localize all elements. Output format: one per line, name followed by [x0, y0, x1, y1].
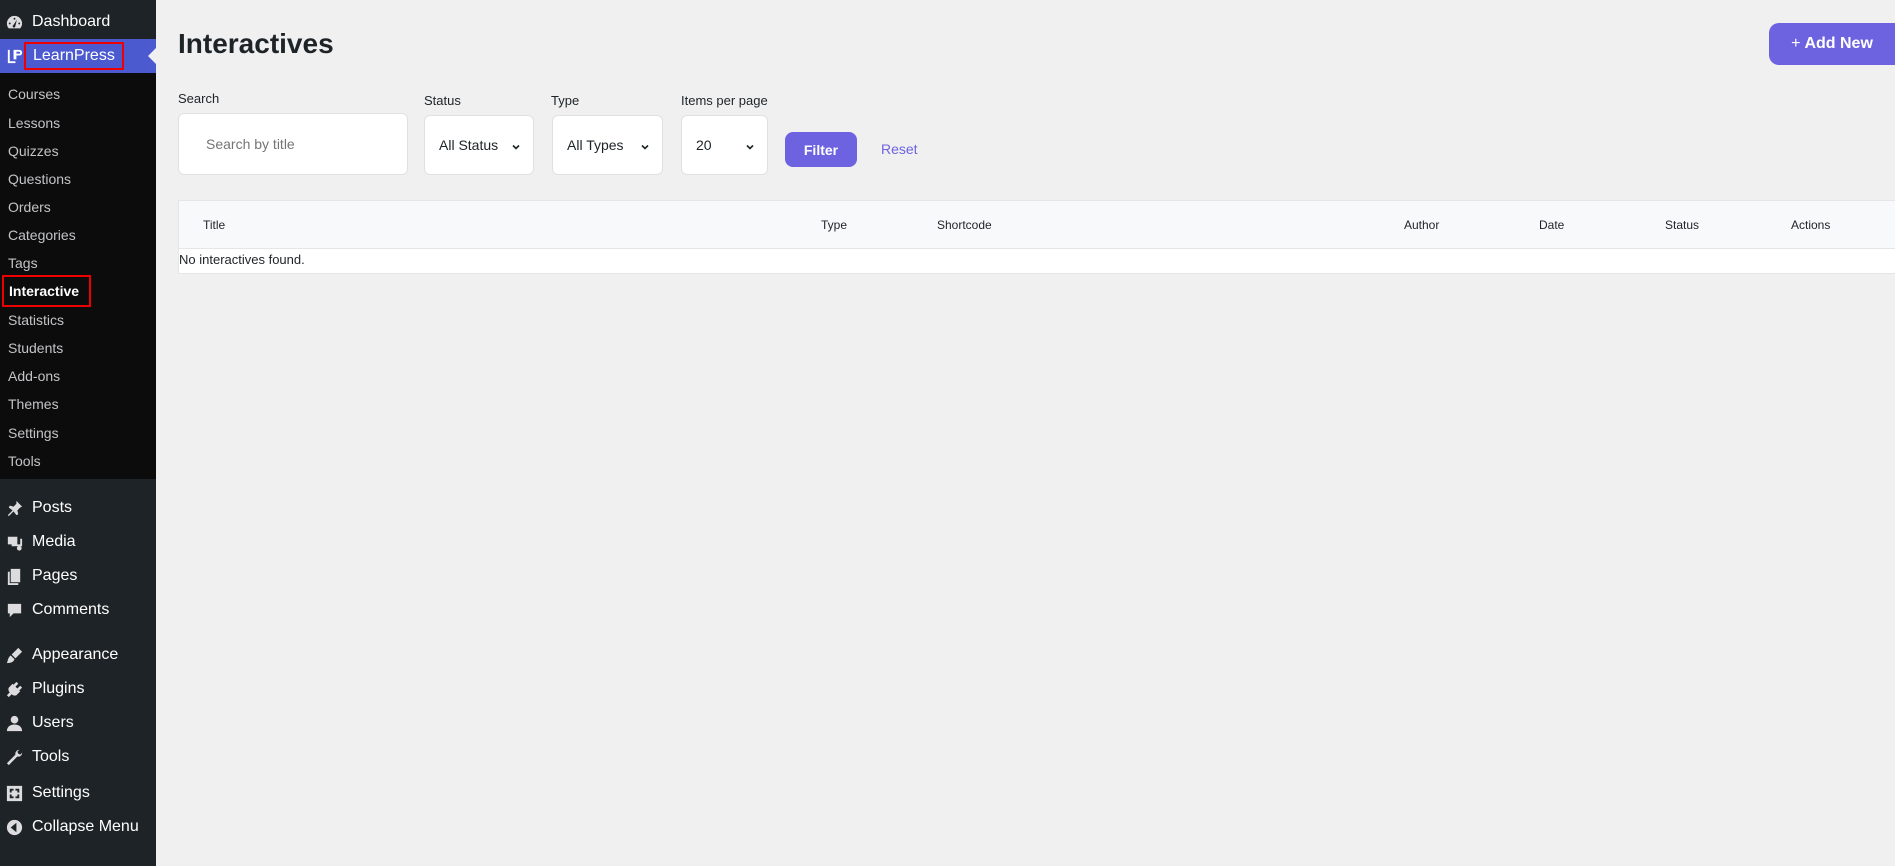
- empty-table-message: No interactives found.: [179, 252, 305, 267]
- submenu-item-orders[interactable]: Orders: [8, 196, 51, 218]
- menu-item-pages[interactable]: Pages: [0, 559, 156, 593]
- menu-item-label: Comments: [32, 601, 110, 618]
- filter-button[interactable]: Filter: [785, 132, 857, 167]
- menu-item-media[interactable]: Media: [0, 525, 156, 559]
- search-placeholder: Search by title: [206, 136, 295, 152]
- status-select[interactable]: All Status: [424, 115, 534, 175]
- comment-icon: [5, 601, 24, 620]
- menu-item-label: Pages: [32, 567, 78, 584]
- collapse-icon: [5, 818, 24, 837]
- collapse-menu-button[interactable]: Collapse Menu: [0, 810, 156, 844]
- plugin-icon: [5, 680, 24, 699]
- menu-item-appearance[interactable]: Appearance: [0, 638, 156, 672]
- status-label: Status: [424, 93, 461, 108]
- menu-item-settings[interactable]: Settings: [0, 776, 156, 810]
- column-header-status[interactable]: Status: [1665, 218, 1699, 232]
- type-select[interactable]: All Types: [552, 115, 663, 175]
- type-value: All Types: [567, 137, 624, 153]
- submenu-item-quizzes[interactable]: Quizzes: [8, 140, 59, 162]
- main-content: Interactives + Add New Search Search by …: [156, 0, 1895, 866]
- per-page-label: Items per page: [681, 93, 768, 108]
- menu-item-label: Media: [32, 533, 76, 550]
- column-header-type[interactable]: Type: [821, 218, 847, 232]
- chevron-down-icon: [511, 139, 521, 150]
- per-page-value: 20: [696, 137, 712, 153]
- table-header: Title Type Shortcode Author Date Status …: [179, 201, 1895, 249]
- submenu-item-tools[interactable]: Tools: [8, 450, 41, 472]
- media-icon: [5, 533, 24, 552]
- learnpress-icon: [5, 47, 24, 66]
- column-header-actions: Actions: [1791, 218, 1831, 232]
- menu-item-learnpress[interactable]: LearnPress: [0, 39, 156, 73]
- submenu-item-statistics[interactable]: Statistics: [8, 309, 64, 331]
- user-icon: [5, 714, 24, 733]
- settings-icon: [5, 784, 24, 803]
- menu-item-label: LearnPress: [24, 42, 124, 70]
- submenu-item-interactive[interactable]: Interactive: [2, 275, 92, 307]
- add-new-label: Add New: [1804, 35, 1873, 52]
- submenu-item-tags[interactable]: Tags: [8, 252, 38, 274]
- menu-item-label: Collapse Menu: [32, 818, 139, 835]
- page-title: Interactives: [178, 28, 334, 59]
- brush-icon: [5, 646, 24, 665]
- menu-item-plugins[interactable]: Plugins: [0, 672, 156, 706]
- column-header-shortcode[interactable]: Shortcode: [937, 218, 992, 232]
- wrench-icon: [5, 748, 24, 767]
- menu-item-label: Posts: [32, 499, 73, 516]
- submenu-item-add-ons[interactable]: Add-ons: [8, 365, 60, 387]
- search-label: Search: [178, 91, 220, 106]
- type-label: Type: [551, 93, 580, 108]
- submenu-item-themes[interactable]: Themes: [8, 393, 59, 415]
- menu-item-users[interactable]: Users: [0, 706, 156, 740]
- menu-item-label: Users: [32, 714, 74, 731]
- add-icon: +: [1791, 35, 1800, 52]
- pin-icon: [5, 499, 24, 518]
- column-header-title[interactable]: Title: [203, 218, 225, 232]
- learnpress-submenu: Courses Lessons Quizzes Questions Orders…: [0, 73, 156, 479]
- chevron-down-icon: [640, 139, 650, 150]
- submenu-item-questions[interactable]: Questions: [8, 168, 71, 190]
- search-input[interactable]: Search by title: [178, 113, 408, 175]
- active-indicator: [148, 48, 156, 64]
- submenu-item-categories[interactable]: Categories: [8, 224, 76, 246]
- menu-item-tools[interactable]: Tools: [0, 740, 156, 774]
- add-new-button[interactable]: + Add New: [1769, 23, 1895, 65]
- menu-item-label: Appearance: [32, 646, 119, 663]
- submenu-item-lessons[interactable]: Lessons: [8, 112, 60, 134]
- interactives-table: Title Type Shortcode Author Date Status …: [178, 200, 1895, 274]
- status-value: All Status: [439, 137, 499, 153]
- menu-item-label: Settings: [32, 784, 90, 801]
- dashboard-icon: [5, 13, 24, 32]
- submenu-item-settings[interactable]: Settings: [8, 422, 59, 444]
- submenu-item-students[interactable]: Students: [8, 337, 63, 359]
- admin-sidebar: Dashboard LearnPress Courses Lessons Qui…: [0, 0, 156, 866]
- menu-item-label: Dashboard: [32, 13, 111, 30]
- menu-item-posts[interactable]: Posts: [0, 491, 156, 525]
- menu-item-label: Plugins: [32, 680, 85, 697]
- submenu-item-courses[interactable]: Courses: [8, 83, 60, 105]
- column-header-author[interactable]: Author: [1404, 218, 1439, 232]
- column-header-date[interactable]: Date: [1539, 218, 1564, 232]
- reset-link[interactable]: Reset: [881, 141, 918, 157]
- menu-item-label: Tools: [32, 748, 70, 765]
- chevron-down-icon: [745, 139, 755, 150]
- per-page-select[interactable]: 20: [681, 115, 768, 175]
- pages-icon: [5, 567, 24, 586]
- menu-item-comments[interactable]: Comments: [0, 593, 156, 627]
- menu-item-dashboard[interactable]: Dashboard: [0, 5, 156, 39]
